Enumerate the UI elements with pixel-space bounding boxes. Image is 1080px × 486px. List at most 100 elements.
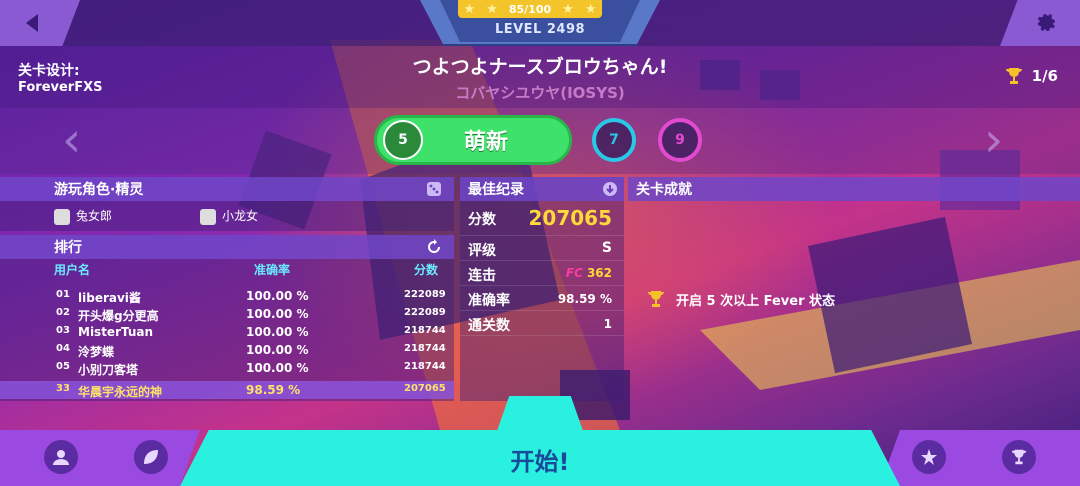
player-name: 开头爆g分更高 <box>78 309 159 323</box>
character-panel-header: 游玩角色·精灵 <box>0 177 454 201</box>
character-panel: 游玩角色·精灵 兔女郎 小龙女 <box>0 177 454 231</box>
prev-song-button[interactable]: ‹ <box>62 112 81 168</box>
player-name: MisterTuan <box>78 325 154 339</box>
achievements-title: 关卡成就 <box>636 182 692 198</box>
leaf-button[interactable] <box>134 440 168 474</box>
difficulty-label: 萌新 <box>463 130 508 155</box>
clears-label: 通关数 <box>468 318 510 334</box>
difficulty-easy-selected[interactable]: 5 萌新 <box>374 115 572 165</box>
best-grade-value: S <box>601 240 612 256</box>
trophy-icon <box>1011 449 1027 465</box>
star-icon: ★ <box>486 1 498 17</box>
sprite-selector[interactable]: 小龙女 <box>200 207 258 225</box>
character-panel-title: 游玩角色·精灵 <box>54 182 144 198</box>
player-accuracy: 100.00 % <box>246 343 309 357</box>
person-icon <box>53 450 69 465</box>
col-username: 用户名 <box>54 262 91 277</box>
best-combo-label: 连击 <box>468 268 496 284</box>
rank-number: 03 <box>56 325 70 336</box>
best-score-label: 分数 <box>468 212 496 228</box>
sprite-avatar-icon <box>200 208 216 225</box>
leaf-icon <box>144 450 158 464</box>
best-combo-value: 362 <box>586 266 612 280</box>
best-combo-row: 连击 FC 362 <box>460 261 624 286</box>
best-grade-label: 评级 <box>468 243 496 259</box>
leaderboard-title: 排行 <box>54 240 82 256</box>
player-name: 华晨宇永远的神 <box>78 385 163 399</box>
achievements-header: 关卡成就 <box>628 177 1080 201</box>
best-record-header: 最佳纪录 <box>460 177 624 201</box>
song-artist: コバヤシユウヤ(IOSYS) <box>455 84 625 102</box>
player-score: 222089 <box>404 289 446 300</box>
trophy-icon <box>1005 68 1022 84</box>
leaderboard-panel: 排行 用户名 准确率 分数 01 liberavi酱 100.00 % 2220… <box>0 235 454 401</box>
best-combo-value-wrap: FC 362 <box>566 265 612 281</box>
best-accuracy-value: 98.59 % <box>557 292 612 306</box>
col-score: 分数 <box>414 262 439 277</box>
level-progress-text: 85/100 <box>508 2 552 16</box>
back-arrow-icon <box>26 14 38 32</box>
star-icon <box>921 449 937 465</box>
character-avatar-icon <box>54 208 70 225</box>
best-score-row: 分数 207065 <box>460 201 624 236</box>
player-accuracy: 100.00 % <box>246 325 309 339</box>
refresh-icon[interactable] <box>426 239 442 255</box>
trophy-counter: 1/6 <box>1004 66 1058 86</box>
full-combo-badge: FC <box>565 266 583 280</box>
rank-number: 02 <box>56 307 70 318</box>
favorites-button[interactable] <box>912 440 946 474</box>
start-label[interactable]: 开始! <box>460 442 620 477</box>
rank-number: 05 <box>56 361 70 372</box>
character-name: 兔女郎 <box>76 209 113 224</box>
download-icon[interactable] <box>602 181 618 197</box>
best-grade-row: 评级 S <box>460 236 624 261</box>
level-label: LEVEL 2498 <box>494 22 586 37</box>
star-icon: ★ <box>463 1 476 17</box>
best-accuracy-row: 准确率 98.59 % <box>460 286 624 311</box>
player-score: 207065 <box>404 383 446 394</box>
difficulty-expert-button[interactable]: 9 <box>658 118 702 162</box>
character-row: 兔女郎 小龙女 <box>0 201 454 231</box>
character-selector[interactable]: 兔女郎 <box>54 207 188 225</box>
player-score: 218744 <box>404 325 446 336</box>
best-score-value: 207065 <box>528 206 613 230</box>
leaderboard-row[interactable]: 02 开头爆g分更高 100.00 % 222089 <box>0 305 454 323</box>
best-record-title: 最佳纪录 <box>468 182 524 198</box>
player-name: 泠梦蝶 <box>78 345 115 359</box>
clears-value: 1 <box>603 317 612 331</box>
leaderboard-columns: 用户名 准确率 分数 <box>0 259 454 279</box>
player-accuracy: 100.00 % <box>246 289 309 303</box>
achievements-panel: 关卡成就 开启 5 次以上 Fever 状态 <box>628 177 1080 401</box>
gear-icon <box>1037 13 1056 32</box>
star-icon: ★ <box>584 1 597 17</box>
designer-name[interactable]: ForeverFXS <box>18 80 102 95</box>
bottom-right-bar <box>880 430 1080 486</box>
song-title: つよつよナースブロウちゃん! <box>412 56 668 78</box>
trophy-button[interactable] <box>1002 440 1036 474</box>
leaderboard-row[interactable]: 01 liberavi酱 100.00 % 222089 <box>0 287 454 305</box>
rank-number: 33 <box>56 383 70 394</box>
rank-number: 01 <box>56 289 70 300</box>
col-accuracy: 准确率 <box>254 262 291 277</box>
player-score: 218744 <box>404 361 446 372</box>
leaderboard-row-self[interactable]: 33 华晨宇永远的神 98.59 % 207065 <box>0 381 454 399</box>
best-accuracy-label: 准确率 <box>468 293 510 309</box>
bottom-left-bar <box>0 430 200 486</box>
difficulty-hard-button[interactable]: 7 <box>592 118 636 162</box>
player-score: 222089 <box>404 307 446 318</box>
leaderboard-row[interactable]: 03 MisterTuan 100.00 % 218744 <box>0 323 454 341</box>
next-song-button[interactable]: › <box>984 112 1003 168</box>
achievement-text: 开启 5 次以上 Fever 状态 <box>676 293 836 309</box>
profile-button[interactable] <box>44 440 78 474</box>
player-accuracy: 98.59 % <box>246 383 301 397</box>
level-progress-bar: ★ ★ 85/100 ★ ★ <box>458 0 602 18</box>
player-accuracy: 100.00 % <box>246 361 309 375</box>
star-icon: ★ <box>562 1 574 17</box>
dice-icon[interactable] <box>426 181 442 197</box>
leaderboard-row[interactable]: 04 泠梦蝶 100.00 % 218744 <box>0 341 454 359</box>
achievement-item: 开启 5 次以上 Fever 状态 <box>646 289 835 309</box>
player-name: 小别刀客塔 <box>78 363 139 377</box>
player-score: 218744 <box>404 343 446 354</box>
leaderboard-row[interactable]: 05 小别刀客塔 100.00 % 218744 <box>0 359 454 377</box>
sprite-name: 小龙女 <box>222 209 259 224</box>
